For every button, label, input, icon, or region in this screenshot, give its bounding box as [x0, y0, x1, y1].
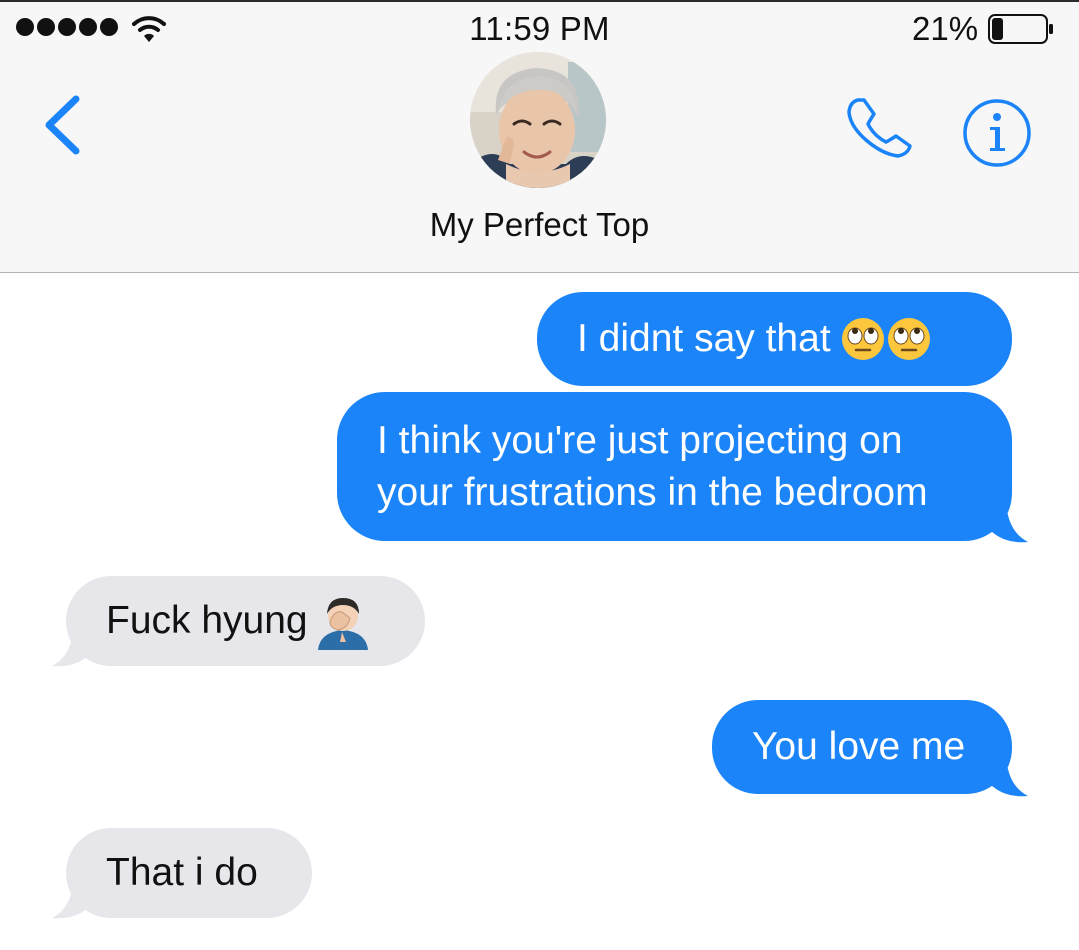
info-icon[interactable]: [962, 98, 1032, 168]
message-bubble-sent[interactable]: I think you're just projecting on your f…: [337, 392, 1012, 541]
message-text: That i do: [106, 851, 258, 894]
conversation-header: 11:59 PM 21% My Perfect Top: [0, 0, 1079, 273]
message-text: Fuck hyung: [106, 599, 308, 642]
messages-screen: 11:59 PM 21% My Perfect Top I didnt say …: [0, 0, 1079, 950]
contact-avatar[interactable]: [470, 52, 606, 188]
phone-icon[interactable]: [844, 94, 916, 160]
status-bar: 11:59 PM 21%: [0, 2, 1079, 54]
received-bubble-tail: [52, 626, 90, 667]
message-text-line: your frustrations in the bedroom: [377, 470, 928, 514]
received-bubble-tail: [52, 878, 90, 919]
battery-icon: [988, 14, 1053, 44]
message-text: I didnt say that: [577, 317, 831, 360]
battery-percent: 21%: [912, 10, 979, 47]
message-bubble-sent[interactable]: You love me: [712, 700, 1012, 794]
message-text-line: I think you're just projecting on: [377, 418, 903, 462]
message-bubble-received[interactable]: Fuck hyung: [66, 576, 425, 666]
contact-name[interactable]: My Perfect Top: [0, 206, 1079, 244]
eye-roll-emoji-icon: [841, 318, 884, 360]
message-bubble-received[interactable]: That i do: [66, 828, 312, 918]
message-text: You love me: [752, 725, 966, 768]
sent-bubble-tail: [990, 756, 1028, 797]
eye-roll-emoji-pair: [841, 317, 931, 361]
sent-bubble-tail: [990, 502, 1028, 543]
back-chevron-icon[interactable]: [42, 94, 82, 156]
message-bubble-sent[interactable]: I didnt say that: [537, 292, 1012, 386]
facepalm-emoji-icon: [317, 598, 368, 650]
eye-roll-emoji-icon: [887, 318, 930, 360]
